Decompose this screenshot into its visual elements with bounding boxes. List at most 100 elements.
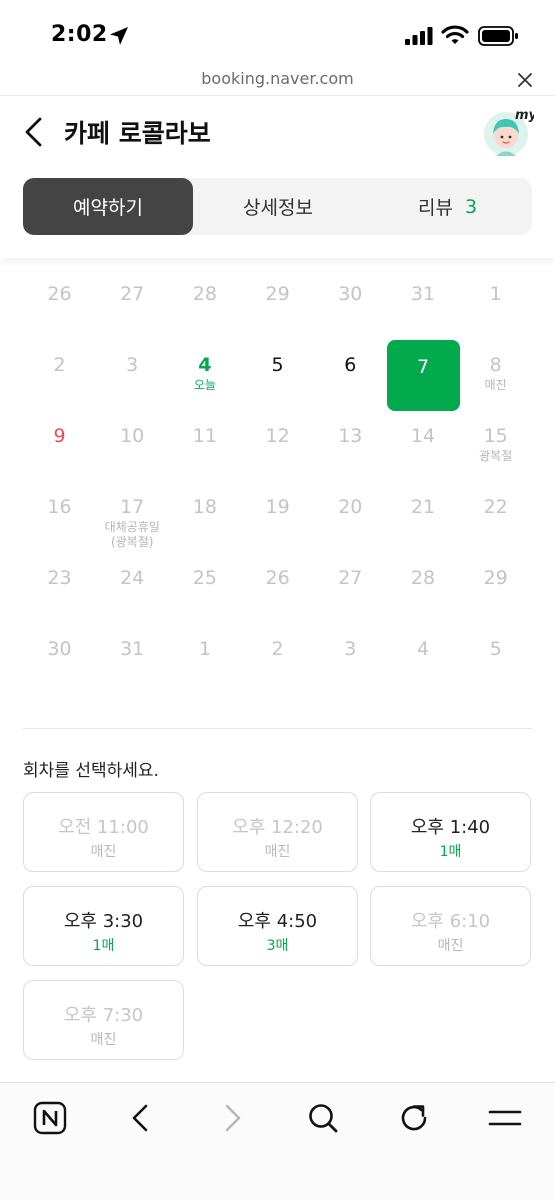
day-number: 4 [416,638,430,660]
svg-text:my: my [515,108,534,123]
day-number: 8 [489,354,502,376]
time-slot[interactable]: 오후 1:40 1매 [370,792,531,872]
day-number: 20 [338,496,363,518]
tab-details[interactable]: 상세정보 [193,178,363,235]
calendar-week: 26 27 28 29 30 31 1 [23,258,532,330]
calendar-week: 30 31 1 2 3 4 5 [23,613,532,685]
calendar-day[interactable]: 4 오늘 [168,329,241,401]
day-number: 27 [338,567,363,589]
day-number: 30 [47,638,72,660]
day-sublabel: 매진 [484,378,507,392]
page-title: 카페 로콜라보 [64,119,211,148]
location-arrow-icon [110,27,128,45]
calendar-day: 11 [168,400,241,472]
back-arrow-icon[interactable] [124,1101,158,1135]
calendar-day: 1 [168,613,241,685]
day-number: 11 [192,425,217,447]
calendar-day: 31 [96,613,169,685]
calendar-day: 26 [241,542,314,614]
slot-status: 매진 [264,844,291,860]
day-sublabel: 대체공휴일 [104,520,160,534]
time-slot-soldout: 오후 7:30 매진 [23,980,184,1060]
tab-label: 예약하기 [73,197,143,219]
calendar-week: 9 10 11 12 13 14 15 광복절 [23,400,532,472]
status-bar: 2:02 [0,0,555,66]
slot-time: 오후 7:30 [63,1005,144,1026]
day-number: 26 [47,283,72,305]
day-number: 17 [120,496,145,518]
calendar-day: 13 [314,400,387,472]
day-number: 4 [198,354,212,376]
calendar-day: 9 [23,400,96,472]
url-bar: booking.naver.com [0,66,555,96]
tab-reviews[interactable]: 리뷰 3 [363,178,532,235]
calendar-day: 20 [314,471,387,543]
day-number: 2 [271,638,284,660]
day-number: 29 [483,567,508,589]
day-number: 10 [120,425,145,447]
wifi-icon [441,25,469,44]
refresh-icon[interactable] [397,1101,431,1135]
calendar-day: 29 [241,258,314,330]
close-icon[interactable] [515,70,535,90]
calendar-day: 23 [23,542,96,614]
menu-icon[interactable] [488,1101,522,1135]
calendar-day: 17 대체공휴일 (광복절) [96,471,169,549]
back-icon[interactable] [20,116,48,148]
search-icon[interactable] [306,1101,340,1135]
url-text[interactable]: booking.naver.com [0,69,555,88]
calendar-week: 16 17 대체공휴일 (광복절) 18 19 20 21 22 [23,471,532,549]
calendar-day: 3 [96,329,169,401]
cellular-signal-icon [405,27,433,45]
day-number: 9 [53,425,66,447]
calendar-day: 19 [241,471,314,543]
calendar-day: 15 광복절 [459,400,532,472]
day-number: 27 [120,283,145,305]
calendar-day: 5 [459,613,532,685]
my-avatar-icon[interactable]: my [482,106,534,158]
calendar-day: 30 [23,613,96,685]
day-number: 30 [338,283,363,305]
time-slot-soldout: 오후 6:10 매진 [370,886,531,966]
calendar-day: 28 [387,542,460,614]
slot-time: 오전 11:00 [58,817,149,838]
time-slot[interactable]: 오후 4:50 3매 [197,886,358,966]
slot-status: 매진 [437,938,464,954]
calendar-day: 29 [459,542,532,614]
slot-status: 3매 [266,938,289,954]
calendar-day: 21 [387,471,460,543]
calendar-day: 10 [96,400,169,472]
day-number: 23 [47,567,72,589]
calendar-day: 27 [96,258,169,330]
calendar-day: 12 [241,400,314,472]
day-number: 5 [271,354,284,376]
tab-reservation[interactable]: 예약하기 [23,178,193,235]
calendar-day: 26 [23,258,96,330]
slot-status: 1매 [439,844,462,860]
calendar-day: 30 [314,258,387,330]
time-slot-soldout: 오후 12:20 매진 [197,792,358,872]
day-sublabel: 광복절 [479,449,513,463]
day-number: 6 [344,354,357,376]
forward-arrow-icon[interactable] [215,1101,249,1135]
calendar-week: 23 24 25 26 27 28 29 [23,542,532,614]
tab-label: 리뷰 [417,197,453,219]
calendar-week: 2 3 4 오늘 5 6 7 8 매진 [23,329,532,411]
day-number: 25 [192,567,217,589]
divider [23,728,532,729]
naver-home-icon[interactable] [33,1101,67,1135]
browser-toolbar [0,1082,555,1200]
day-number: 21 [410,496,436,518]
day-number: 5 [489,638,502,660]
time-slot[interactable]: 오후 3:30 1매 [23,886,184,966]
day-number: 12 [265,425,290,447]
calendar-day: 2 [23,329,96,401]
calendar-day: 24 [96,542,169,614]
calendar-day[interactable]: 5 [241,329,314,401]
section-title: 회차를 선택하세요. [23,761,159,781]
day-number: 15 [483,425,508,447]
day-number: 26 [265,567,290,589]
calendar-day[interactable]: 6 [314,329,387,401]
day-number: 28 [192,283,217,305]
calendar-day-selected[interactable]: 7 [386,329,460,411]
